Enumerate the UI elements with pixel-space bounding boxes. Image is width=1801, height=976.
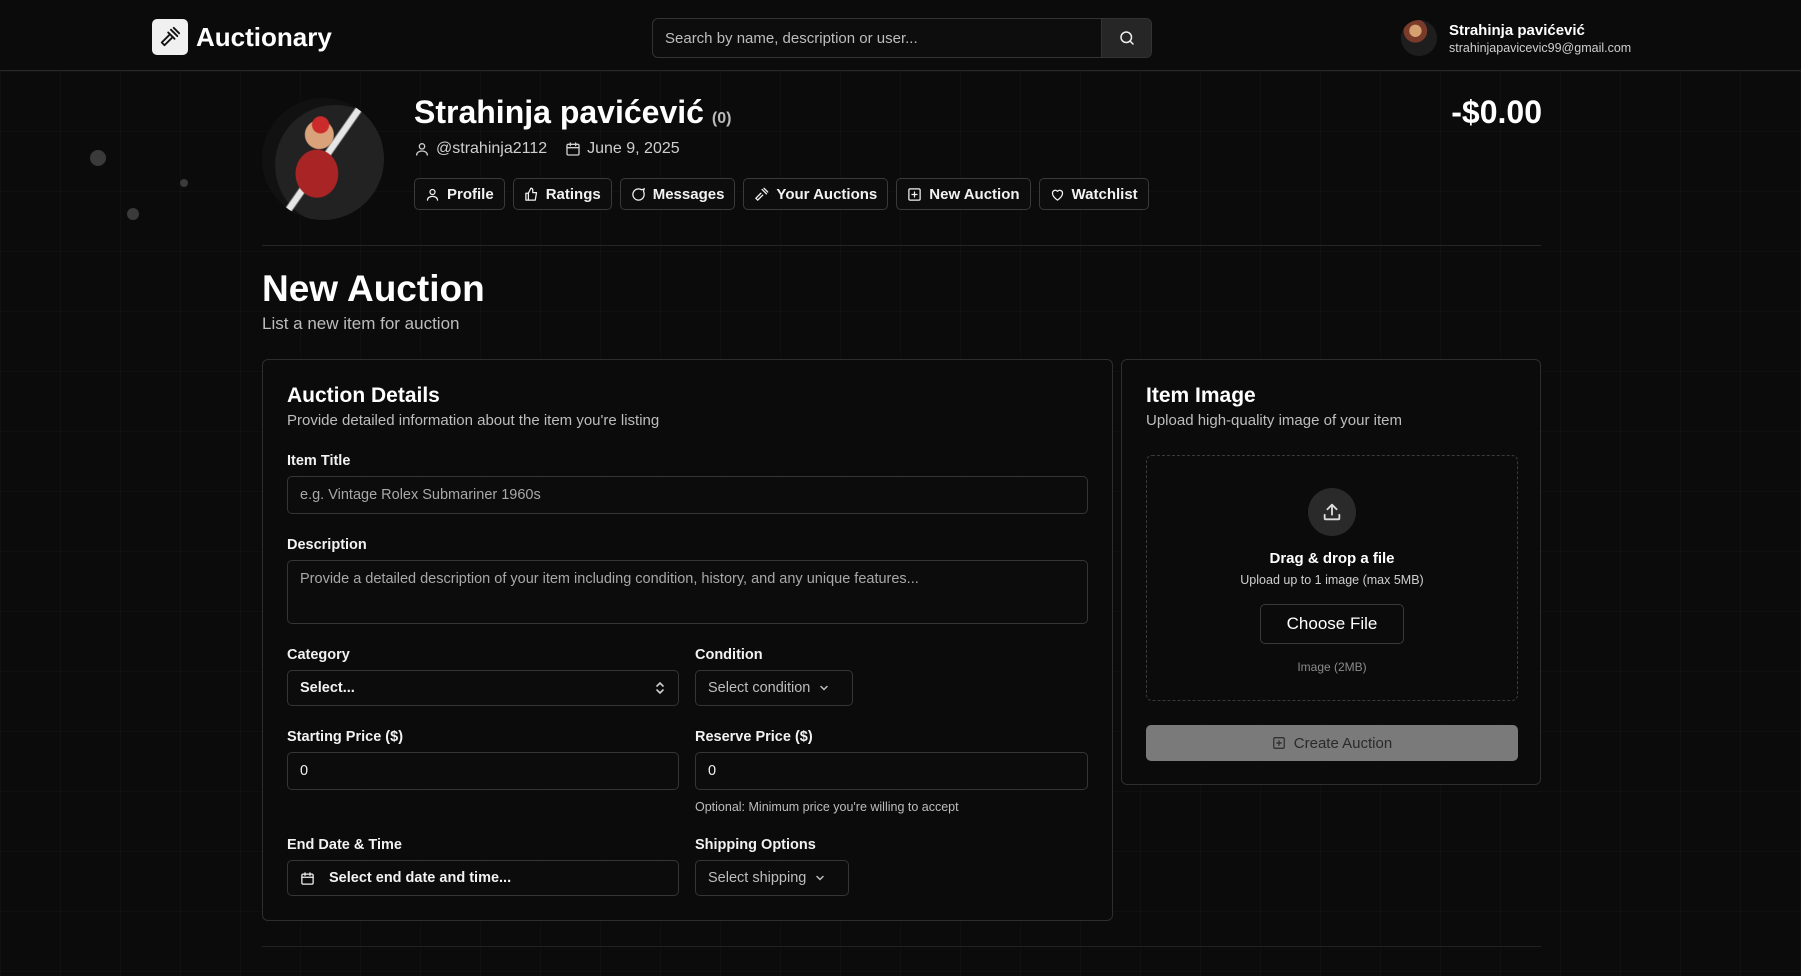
username: @strahinja2112 (414, 140, 547, 158)
chevron-up-down-icon (654, 681, 666, 695)
condition-value: Select condition (708, 680, 811, 696)
tab-profile[interactable]: Profile (414, 178, 505, 210)
dropzone-note: Image (2MB) (1297, 660, 1367, 674)
item-image-card: Item Image Upload high-quality image of … (1121, 359, 1541, 785)
plus-square-icon (1272, 736, 1286, 750)
user-email: strahinjapavicevic99@gmail.com (1449, 40, 1632, 55)
tab-ratings[interactable]: Ratings (512, 178, 612, 210)
calendar-icon (300, 871, 315, 886)
reserve-price-label: Reserve Price ($) (695, 729, 813, 745)
page-title: New Auction (262, 268, 485, 309)
divider (262, 946, 1541, 947)
calendar-icon (565, 141, 581, 157)
shipping-label: Shipping Options (695, 837, 816, 853)
heart-icon (1050, 187, 1065, 202)
username-text: @strahinja2112 (436, 140, 548, 157)
profile-name-text: Strahinja pavićević (414, 94, 704, 130)
choose-file-button[interactable]: Choose File (1260, 604, 1404, 644)
upload-icon (1308, 488, 1356, 536)
brand[interactable]: Auctionary (152, 19, 332, 55)
starting-price-input[interactable] (287, 752, 679, 790)
end-date-picker[interactable]: Select end date and time... (287, 860, 679, 896)
decorative-dot (90, 150, 106, 166)
gavel-icon (754, 187, 769, 202)
starting-price-label: Starting Price ($) (287, 729, 404, 745)
tab-label: Messages (652, 185, 725, 203)
category-value: Select... (300, 680, 355, 696)
profile-avatar (262, 98, 384, 220)
dropzone-subtitle: Upload up to 1 image (max 5MB) (1240, 573, 1424, 587)
avatar (1401, 20, 1437, 56)
profile-name: Strahinja pavićević (0) (414, 94, 731, 131)
auction-details-card: Auction Details Provide detailed informa… (262, 359, 1113, 921)
tab-label: Your Auctions (776, 185, 878, 203)
search-button[interactable] (1101, 19, 1151, 57)
tab-messages[interactable]: Messages (619, 178, 736, 210)
reserve-price-input[interactable] (695, 752, 1088, 790)
join-date: June 9, 2025 (565, 140, 680, 158)
tab-label: Ratings (545, 185, 601, 203)
shipping-value: Select shipping (708, 870, 807, 886)
description-label: Description (287, 537, 367, 553)
chevron-down-icon (814, 872, 826, 884)
divider (262, 245, 1541, 246)
tab-new-auction[interactable]: New Auction (896, 178, 1031, 210)
message-icon (631, 187, 646, 202)
tab-label: Watchlist (1071, 185, 1138, 203)
card-subtitle: Provide detailed information about the i… (287, 412, 660, 429)
condition-label: Condition (695, 647, 763, 663)
user-icon (425, 187, 440, 202)
dropzone-title: Drag & drop a file (1269, 550, 1395, 567)
profile-nav: Profile Ratings Messages Your Auctions N… (414, 178, 1149, 210)
item-title-label: Item Title (287, 453, 351, 469)
profile-meta: @strahinja2112 June 9, 2025 (414, 140, 680, 158)
user-name: Strahinja pavićević (1449, 21, 1585, 39)
account-balance: -$0.00 (1451, 94, 1542, 130)
create-auction-label: Create Auction (1293, 734, 1393, 752)
user-menu[interactable]: Strahinja pavićević strahinjapavicevic99… (1401, 20, 1631, 56)
card-title: Item Image (1146, 384, 1256, 407)
decorative-dot (127, 208, 139, 220)
tab-watchlist[interactable]: Watchlist (1038, 178, 1149, 210)
search-bar (652, 18, 1152, 58)
search-icon (1118, 29, 1136, 47)
item-title-input[interactable] (287, 476, 1088, 514)
chevron-down-icon (818, 682, 830, 694)
tab-label: Profile (447, 185, 494, 203)
shipping-select[interactable]: Select shipping (695, 860, 849, 896)
card-title: Auction Details (287, 384, 440, 407)
search-input[interactable] (653, 19, 1101, 57)
decorative-dot (180, 179, 188, 187)
brand-name: Auctionary (196, 21, 332, 52)
category-select[interactable]: Select... (287, 670, 679, 706)
card-subtitle: Upload high-quality image of your item (1146, 412, 1402, 429)
user-icon (414, 141, 430, 157)
end-date-value: Select end date and time... (329, 870, 512, 886)
page-subtitle: List a new item for auction (262, 314, 460, 333)
tab-label: New Auction (929, 185, 1020, 203)
create-auction-button[interactable]: Create Auction (1146, 725, 1518, 761)
top-bar: Auctionary Strahinja pavićević strahinja… (0, 0, 1801, 71)
category-label: Category (287, 647, 350, 663)
thumbs-up-icon (524, 187, 539, 202)
file-dropzone[interactable]: Drag & drop a file Upload up to 1 image … (1146, 455, 1518, 701)
reserve-price-hint: Optional: Minimum price you're willing t… (695, 800, 959, 814)
end-date-label: End Date & Time (287, 837, 402, 853)
condition-select[interactable]: Select condition (695, 670, 853, 706)
plus-square-icon (907, 187, 922, 202)
gavel-icon (152, 19, 188, 55)
join-date-text: June 9, 2025 (587, 140, 680, 157)
tab-your-auctions[interactable]: Your Auctions (743, 178, 889, 210)
rating-count: (0) (711, 110, 732, 127)
description-input[interactable] (287, 560, 1088, 624)
